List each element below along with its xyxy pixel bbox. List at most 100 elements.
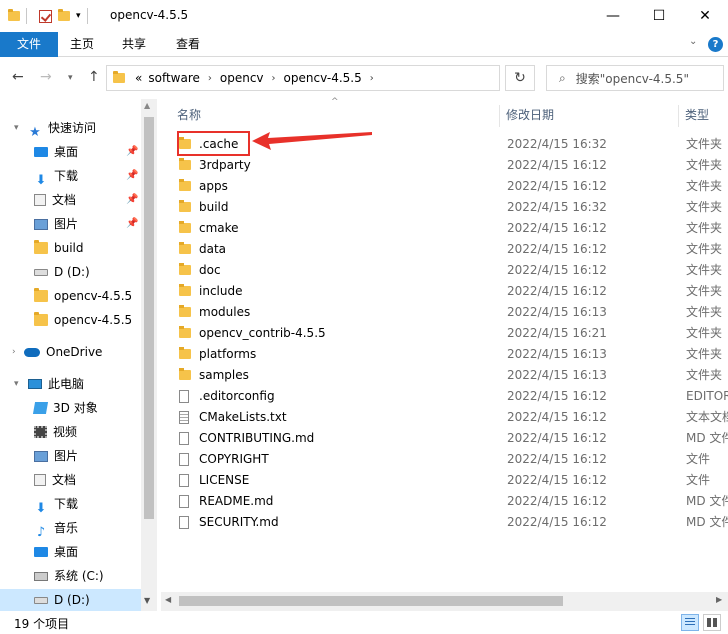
tab-share[interactable]: 共享 <box>110 32 158 57</box>
nav-item-opencv[interactable]: opencv-4.5.5 <box>34 285 132 307</box>
file-date: 2022/4/15 16:12 <box>507 242 607 256</box>
refresh-button[interactable]: ↻ <box>505 65 535 91</box>
file-row[interactable]: README.md 2022/4/15 16:12 MD 文件 <box>173 491 728 512</box>
nav-item-drive-d[interactable]: D (D:) <box>34 589 90 611</box>
nav-item-videos[interactable]: 视频 <box>34 421 77 443</box>
file-row[interactable]: build 2022/4/15 16:32 文件夹 <box>173 197 728 218</box>
chevron-down-icon[interactable]: ▾ <box>14 373 19 395</box>
file-row[interactable]: modules 2022/4/15 16:13 文件夹 <box>173 302 728 323</box>
chevron-down-icon[interactable]: ⌄ <box>689 36 697 47</box>
scroll-right-icon[interactable]: ▶ <box>716 595 722 604</box>
search-input[interactable]: ⌕ 搜索"opencv-4.5.5" <box>546 65 724 91</box>
column-divider[interactable] <box>678 105 679 127</box>
file-type: 文本文档 <box>686 410 728 424</box>
file-date: 2022/4/15 16:12 <box>507 284 607 298</box>
recent-locations-icon[interactable]: ▾ <box>68 73 73 83</box>
3d-objects-icon <box>32 402 49 414</box>
breadcrumb-opencv[interactable]: opencv <box>220 71 264 85</box>
column-header-date[interactable]: 修改日期 <box>506 99 554 131</box>
pin-icon[interactable]: 📌 <box>126 170 138 181</box>
pin-icon[interactable]: 📌 <box>126 146 138 157</box>
customize-toolbar-icon[interactable]: ▾ <box>76 11 81 21</box>
file-row[interactable]: platforms 2022/4/15 16:13 文件夹 <box>173 344 728 365</box>
breadcrumb-opencv-4-5-5[interactable]: opencv-4.5.5 <box>284 71 362 85</box>
nav-item-desktop[interactable]: 桌面 <box>34 141 78 163</box>
file-row[interactable]: LICENSE 2022/4/15 16:12 文件 <box>173 470 728 491</box>
file-row[interactable]: SECURITY.md 2022/4/15 16:12 MD 文件 <box>173 512 728 533</box>
file-icon <box>179 432 189 445</box>
picture-icon <box>34 218 48 230</box>
chevron-right-icon[interactable]: › <box>12 341 16 363</box>
nav-scrollbar[interactable]: ▲ ▼ <box>141 99 157 611</box>
nav-item-build[interactable]: build <box>34 237 84 259</box>
scroll-left-icon[interactable]: ◀ <box>165 595 171 604</box>
file-type: 文件 <box>686 452 711 466</box>
file-icon <box>179 495 189 508</box>
scroll-up-icon[interactable]: ▲ <box>144 101 150 110</box>
file-row[interactable]: CONTRIBUTING.md 2022/4/15 16:12 MD 文件 <box>173 428 728 449</box>
close-button[interactable]: ✕ <box>682 0 728 32</box>
tab-home[interactable]: 主页 <box>58 32 106 57</box>
properties-icon[interactable] <box>39 9 52 23</box>
pin-icon[interactable]: 📌 <box>126 194 138 205</box>
nav-item-music[interactable]: ♪ 音乐 <box>34 517 78 540</box>
file-row[interactable]: data 2022/4/15 16:12 文件夹 <box>173 239 728 260</box>
details-view-button[interactable] <box>681 614 699 631</box>
help-icon[interactable]: ? <box>708 37 723 52</box>
nav-label: 3D 对象 <box>53 401 98 415</box>
file-row[interactable]: include 2022/4/15 16:12 文件夹 <box>173 281 728 302</box>
forward-button[interactable]: → <box>40 69 52 85</box>
nav-item-opencv[interactable]: opencv-4.5.5 <box>34 309 132 331</box>
chevron-down-icon[interactable]: ▾ <box>14 117 19 139</box>
nav-item-desktop[interactable]: 桌面 <box>34 541 78 563</box>
tab-view[interactable]: 查看 <box>164 32 212 57</box>
file-row[interactable]: 3rdparty 2022/4/15 16:12 文件夹 <box>173 155 728 176</box>
file-name: LICENSE <box>199 473 250 487</box>
maximize-button[interactable]: ☐ <box>636 0 682 32</box>
chevron-right-icon[interactable]: › <box>272 73 276 84</box>
address-bar[interactable]: « software › opencv › opencv-4.5.5 › ⌄ <box>106 65 595 91</box>
nav-item-pictures[interactable]: 图片 <box>34 213 78 235</box>
star-icon: ★ <box>29 125 41 140</box>
chevron-right-icon[interactable]: › <box>370 73 374 84</box>
minimize-button[interactable]: — <box>590 0 636 32</box>
file-row[interactable]: COPYRIGHT 2022/4/15 16:12 文件 <box>173 449 728 470</box>
file-row[interactable]: .editorconfig 2022/4/15 16:12 EDITOR <box>173 386 728 407</box>
file-row[interactable]: CMakeLists.txt 2022/4/15 16:12 文本文档 <box>173 407 728 428</box>
chevron-right-icon[interactable]: › <box>208 73 212 84</box>
scrollbar-thumb[interactable] <box>179 596 563 606</box>
file-date: 2022/4/15 16:12 <box>507 452 607 466</box>
nav-quick-access[interactable]: ▾ ★ 快速访问 <box>14 117 96 140</box>
pin-icon[interactable]: 📌 <box>126 218 138 229</box>
tab-file[interactable]: 文件 <box>0 32 58 57</box>
breadcrumb-overflow[interactable]: « <box>135 71 142 85</box>
large-icons-view-button[interactable] <box>703 614 721 631</box>
up-button[interactable]: ↑ <box>88 69 100 85</box>
back-button[interactable]: ← <box>12 69 24 85</box>
scroll-down-icon[interactable]: ▼ <box>144 596 150 605</box>
horizontal-scrollbar[interactable]: ◀ ▶ <box>161 592 728 611</box>
column-divider[interactable] <box>499 105 500 127</box>
nav-item-pictures[interactable]: 图片 <box>34 445 78 467</box>
file-row[interactable]: apps 2022/4/15 16:12 文件夹 <box>173 176 728 197</box>
column-header-type[interactable]: 类型 <box>685 99 709 131</box>
column-header-name[interactable]: 名称 <box>177 99 201 131</box>
file-row[interactable]: doc 2022/4/15 16:12 文件夹 <box>173 260 728 281</box>
nav-item-downloads[interactable]: ⬇ 下载 <box>34 165 78 188</box>
file-date: 2022/4/15 16:13 <box>507 347 607 361</box>
nav-onedrive[interactable]: › OneDrive <box>12 341 102 363</box>
file-row[interactable]: cmake 2022/4/15 16:12 文件夹 <box>173 218 728 239</box>
nav-item-downloads[interactable]: ⬇ 下载 <box>34 493 78 516</box>
breadcrumb-software[interactable]: software <box>148 71 200 85</box>
nav-item-system-c[interactable]: 系统 (C:) <box>34 565 104 587</box>
file-row[interactable]: opencv_contrib-4.5.5 2022/4/15 16:21 文件夹 <box>173 323 728 344</box>
nav-item-documents[interactable]: 文档 <box>34 189 76 211</box>
nav-item-drive-d[interactable]: D (D:) <box>34 261 90 283</box>
nav-item-3d-objects[interactable]: 3D 对象 <box>32 397 98 419</box>
nav-item-documents[interactable]: 文档 <box>34 469 76 491</box>
file-date: 2022/4/15 16:13 <box>507 305 607 319</box>
nav-this-pc[interactable]: ▾ 此电脑 <box>14 373 84 395</box>
scrollbar-thumb[interactable] <box>144 117 154 519</box>
file-row[interactable]: samples 2022/4/15 16:13 文件夹 <box>173 365 728 386</box>
new-folder-icon[interactable] <box>58 9 70 21</box>
